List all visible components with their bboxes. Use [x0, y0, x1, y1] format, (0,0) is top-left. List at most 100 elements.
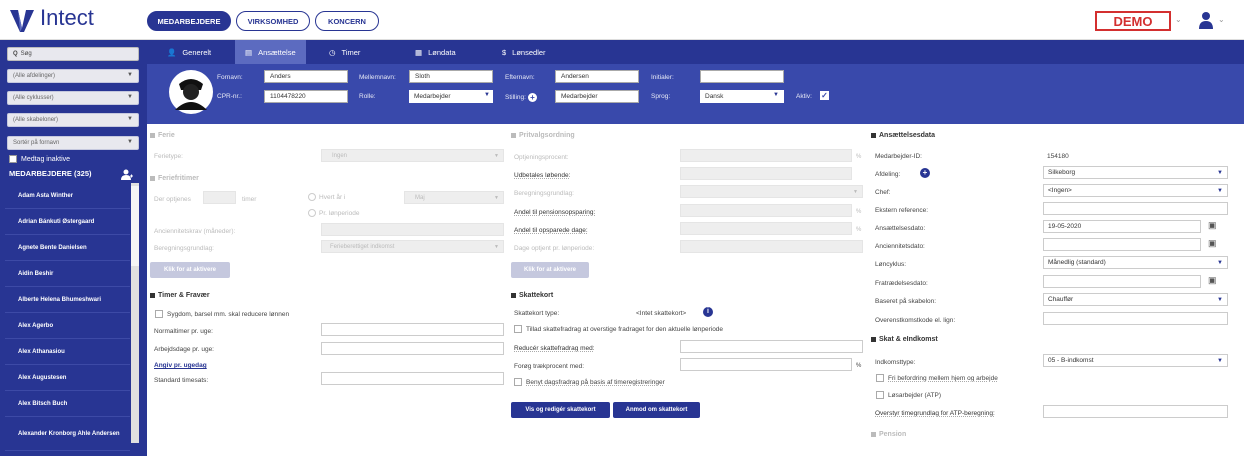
include-inactive-checkbox[interactable]: Medtag inaktive: [9, 155, 70, 163]
radio-yearly-label: Hvert år i: [319, 193, 346, 201]
left-date-input[interactable]: [1043, 275, 1201, 288]
add-department-icon[interactable]: +: [920, 168, 930, 178]
chevron-down-icon: ▼: [127, 139, 133, 145]
tab-label: Løndata: [428, 47, 456, 57]
cycle-select[interactable]: Månedlig (standard) ▼: [1043, 256, 1228, 269]
basis-select[interactable]: Ferieberettiget indkomst ▼: [321, 240, 504, 253]
pension-input[interactable]: [680, 149, 852, 162]
pension-input[interactable]: [680, 240, 863, 253]
checkbox-box[interactable]: [514, 325, 522, 333]
initials-label: Initialer:: [651, 74, 674, 81]
firstname-input[interactable]: Anders: [264, 70, 348, 83]
avatar[interactable]: [169, 70, 213, 114]
ferietype-select[interactable]: Ingen ▼: [321, 149, 504, 162]
info-icon[interactable]: i: [703, 307, 713, 317]
specify-per-day-link[interactable]: Angiv pr. ugedag: [154, 362, 207, 369]
tab-generelt[interactable]: 👤 Generelt: [157, 40, 221, 64]
ferietype-label: Ferietype:: [154, 153, 183, 160]
view-edit-taxcard-button[interactable]: Vis og redigér skattekort: [511, 402, 610, 418]
nav-virksomhed[interactable]: VIRKSOMHED: [236, 11, 310, 31]
tab-loensedler[interactable]: $ Lønsedler: [492, 40, 556, 64]
allow-deduction-checkbox[interactable]: Tillad skattefradrag at overstige fradra…: [514, 325, 723, 333]
list-item[interactable]: Alex Bitsch Buch: [5, 391, 130, 417]
department-select[interactable]: Silkeborg ▼: [1043, 166, 1228, 179]
calendar-icon[interactable]: ▣: [1208, 220, 1217, 231]
template-select[interactable]: Chauffør ▼: [1043, 293, 1228, 306]
agreement-input[interactable]: [1043, 312, 1228, 325]
filter-cycle[interactable]: (Alle cyklusser) ▼: [7, 91, 139, 105]
sort-select[interactable]: Sortér på fornavn ▼: [7, 136, 139, 150]
demo-chevron-down-icon[interactable]: ⌄: [1175, 15, 1182, 24]
earned-hours-input[interactable]: [203, 191, 236, 204]
seniority-input[interactable]: [321, 223, 504, 236]
free-transport-checkbox[interactable]: Fri befordring mellem hjem og arbejde: [876, 374, 998, 382]
tab-loendata[interactable]: ▦ Løndata: [405, 40, 466, 64]
pension-input[interactable]: [680, 222, 852, 235]
filter-department[interactable]: (Alle afdelinger) ▼: [7, 69, 139, 83]
tab-timer[interactable]: ◷ Timer: [319, 40, 370, 64]
atp-override-input[interactable]: [1043, 405, 1228, 418]
increase-rate-input[interactable]: [680, 358, 852, 371]
radio-yearly[interactable]: Hvert år i: [308, 193, 345, 201]
filter-template[interactable]: (Alle skabeloner) ▼: [7, 113, 139, 127]
initials-input[interactable]: [700, 70, 784, 83]
role-select[interactable]: Medarbejder ▼: [409, 90, 493, 103]
month-select[interactable]: Maj ▼: [404, 191, 504, 204]
nav-medarbejdere[interactable]: MEDARBEJDERE: [147, 11, 231, 31]
cpr-input[interactable]: 1104478220: [264, 90, 348, 103]
active-checkbox[interactable]: ✓: [820, 91, 829, 100]
hired-date-input[interactable]: 19-05-2020: [1043, 220, 1201, 233]
list-item[interactable]: Agnete Bente Danielsen: [5, 235, 130, 261]
cpr-label: CPR-nr.:: [217, 93, 242, 100]
pension-row-label: Andel til opsparede dage:: [514, 227, 588, 234]
add-position-icon[interactable]: +: [527, 93, 537, 102]
clock-icon: ◷: [329, 47, 336, 57]
pension-input[interactable]: [680, 167, 852, 180]
language-label: Sprog:: [651, 93, 671, 100]
extref-label: Ekstern reference:: [875, 207, 929, 214]
reduce-deduction-input[interactable]: [680, 340, 863, 353]
radio-period[interactable]: Pr. lønperiode: [308, 209, 359, 217]
calendar-icon[interactable]: ▣: [1208, 238, 1217, 249]
list-item[interactable]: Adam Asta Winther: [5, 183, 130, 209]
list-item[interactable]: Alberte Helena Bhumeshwari: [5, 287, 130, 313]
list-item[interactable]: Alex Athanasiou: [5, 339, 130, 365]
ferie-activate-button[interactable]: Klik for at aktivere: [150, 262, 230, 278]
pension-input[interactable]: [680, 204, 852, 217]
list-item[interactable]: Adrian Bánkuti Østergaard: [5, 209, 130, 235]
checkbox-box[interactable]: [876, 374, 884, 382]
seniority-date-input[interactable]: [1043, 238, 1201, 251]
middlename-input[interactable]: Sloth: [409, 70, 493, 83]
checkbox-box[interactable]: [514, 378, 522, 386]
lastname-input[interactable]: Andersen: [555, 70, 639, 83]
request-taxcard-button[interactable]: Anmod om skattekort: [613, 402, 700, 418]
position-input[interactable]: Medarbejder: [555, 90, 639, 103]
list-item[interactable]: Alex Agerbo: [5, 313, 130, 339]
pension-activate-button[interactable]: Klik for at aktivere: [511, 262, 589, 278]
workdays-input[interactable]: [321, 342, 504, 355]
checkbox-box[interactable]: [876, 391, 884, 399]
standard-rates-input[interactable]: [321, 372, 504, 385]
language-select[interactable]: Dansk ▼: [700, 90, 784, 103]
extref-input[interactable]: [1043, 202, 1228, 215]
nav-koncern[interactable]: KONCERN: [315, 11, 379, 31]
search-input[interactable]: Q Søg: [7, 47, 139, 61]
add-employee-icon[interactable]: [121, 169, 133, 180]
normal-hours-input[interactable]: [321, 323, 504, 336]
list-item[interactable]: Alexander Kronborg Ahle Andersen: [5, 417, 130, 451]
boss-select[interactable]: <Ingen> ▼: [1043, 184, 1228, 197]
list-item[interactable]: Alex Augustesen: [5, 365, 130, 391]
list-item[interactable]: Aidin Beshir: [5, 261, 130, 287]
tab-ansaettelse[interactable]: ▤ Ansættelse: [235, 40, 306, 64]
sick-checkbox[interactable]: Sygdom, barsel mm. skal reducere lønnen: [155, 310, 289, 318]
scrollbar-thumb[interactable]: [131, 186, 139, 266]
user-icon[interactable]: [1198, 11, 1214, 29]
checkbox-box[interactable]: [9, 155, 17, 163]
checkbox-box[interactable]: [155, 310, 163, 318]
casual-worker-checkbox[interactable]: Løsarbejder (ATP): [876, 391, 941, 399]
income-type-select[interactable]: 05 - B-indkomst ▼: [1043, 354, 1228, 367]
daily-deduction-checkbox[interactable]: Benyt dagsfradrag på basis af timeregist…: [514, 378, 665, 386]
pension-basis-select[interactable]: ▼: [680, 185, 863, 198]
user-chevron-down-icon[interactable]: ⌄: [1218, 15, 1225, 24]
calendar-icon[interactable]: ▣: [1208, 275, 1217, 286]
